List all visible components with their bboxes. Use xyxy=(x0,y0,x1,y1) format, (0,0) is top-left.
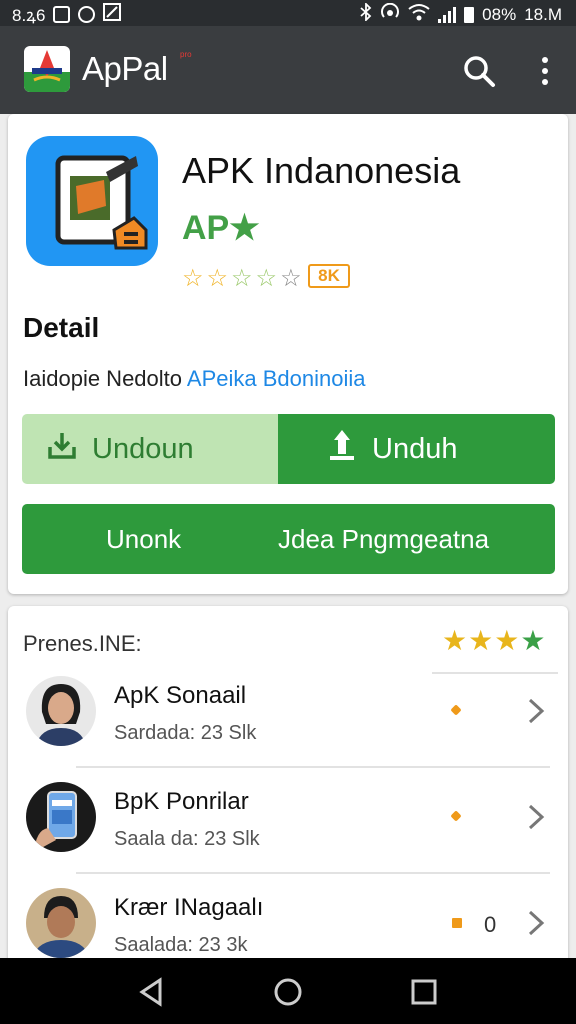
item-count: 0 xyxy=(484,912,497,937)
app-badge: pro xyxy=(180,50,192,59)
star-icon: ☆ xyxy=(231,265,253,292)
divider xyxy=(76,872,550,874)
chevron-right-icon[interactable] xyxy=(524,696,548,726)
search-icon[interactable] xyxy=(460,52,498,90)
star-icon: ☆ xyxy=(182,265,204,292)
app-title: APK Indanonesia xyxy=(182,150,461,191)
action-button-left-label: Unonk xyxy=(106,524,182,554)
battery-percent: 08% xyxy=(482,4,517,24)
download-primary-label: Unduh xyxy=(372,432,458,465)
battery-icon xyxy=(464,6,475,23)
back-icon[interactable] xyxy=(136,976,168,1008)
download-arrow-icon xyxy=(328,428,356,470)
detail-link[interactable]: APeika Bdoninoiia xyxy=(187,366,366,391)
item-meta: Sardada: 23 Slk xyxy=(114,722,257,744)
item-meta: Saalada: 23 3k xyxy=(114,934,248,956)
star-icon: ★ xyxy=(520,625,546,656)
flag-icon xyxy=(452,918,462,928)
list-heading: Prenes.INE: xyxy=(23,631,142,656)
edit-icon xyxy=(103,3,122,26)
status-bar: 8.ꝝ6 08% 18.M xyxy=(0,0,576,26)
download-secondary-label: Undoun xyxy=(92,432,194,465)
recents-icon[interactable] xyxy=(408,976,440,1008)
detail-plain-text: Iаidopie Nedolto xyxy=(23,366,187,391)
app-icon xyxy=(26,136,158,266)
bluetooth-icon xyxy=(360,1,372,26)
home-icon[interactable] xyxy=(272,976,304,1008)
star-icon: ★ xyxy=(494,625,520,656)
download-button-row: Undoun Unduh xyxy=(22,414,555,484)
app-logo-icon xyxy=(24,46,70,92)
action-button-wide[interactable]: Unonk Jdea Pngmgeatna xyxy=(22,504,555,574)
hotspot-icon xyxy=(380,2,400,26)
item-name: Krær INagaalı xyxy=(114,894,264,921)
download-button-secondary[interactable]: Undoun xyxy=(22,414,278,484)
app-detail-card: APK Indanonesia AP★ ☆ ☆ ☆ ☆ ☆ 8K Detail … xyxy=(8,114,568,594)
detail-heading: Detail xyxy=(23,312,100,343)
action-button-right-label: Jdea Pngmgeatna xyxy=(278,524,490,554)
avatar xyxy=(26,782,96,852)
app-name: ApPal xyxy=(82,50,168,87)
chevron-right-icon[interactable] xyxy=(524,802,548,832)
item-meta: Saala da: 23 Slk xyxy=(114,828,260,850)
star-icon: ☆ xyxy=(206,265,229,292)
system-nav-bar xyxy=(0,958,576,1024)
status-dot-icon xyxy=(450,704,462,716)
notification-icon xyxy=(53,6,71,23)
star-icon: ☆ xyxy=(255,265,278,292)
app-subtitle: AP★ xyxy=(182,209,260,247)
list-rating-stars: ★ ★ ★ ★ xyxy=(442,624,545,657)
status-dot-icon xyxy=(450,810,462,822)
divider xyxy=(432,672,558,674)
download-icon xyxy=(46,429,78,469)
detail-text: Iаidopie Nedolto APeika Bdoninoiia xyxy=(23,366,365,392)
star-icon: ★ xyxy=(468,625,494,656)
item-name: ApK Sonaail xyxy=(114,682,247,709)
reviews-card: Prenes.INE: ★ ★ ★ ★ ApK Sonaail Sardada:… xyxy=(8,606,568,966)
rating-stars: ☆ ☆ ☆ ☆ ☆ xyxy=(182,264,302,293)
sync-icon xyxy=(78,6,96,23)
star-icon: ★ xyxy=(442,625,468,656)
download-button-primary[interactable]: Unduh xyxy=(278,414,555,484)
star-icon: ☆ xyxy=(280,265,302,292)
status-time: 8.ꝝ6 xyxy=(12,6,46,25)
avatar xyxy=(26,888,96,958)
avatar xyxy=(26,676,96,746)
app-bar: ApPal pro xyxy=(0,26,576,114)
divider xyxy=(76,766,550,768)
item-name: BpK Ponrilar xyxy=(114,788,249,815)
wifi-icon xyxy=(408,3,430,26)
chevron-right-icon[interactable] xyxy=(524,908,548,938)
more-vert-icon[interactable] xyxy=(530,52,560,90)
signal-icon xyxy=(438,6,457,23)
size-badge: 8K xyxy=(308,264,350,288)
status-clock: 18.M xyxy=(524,4,562,24)
